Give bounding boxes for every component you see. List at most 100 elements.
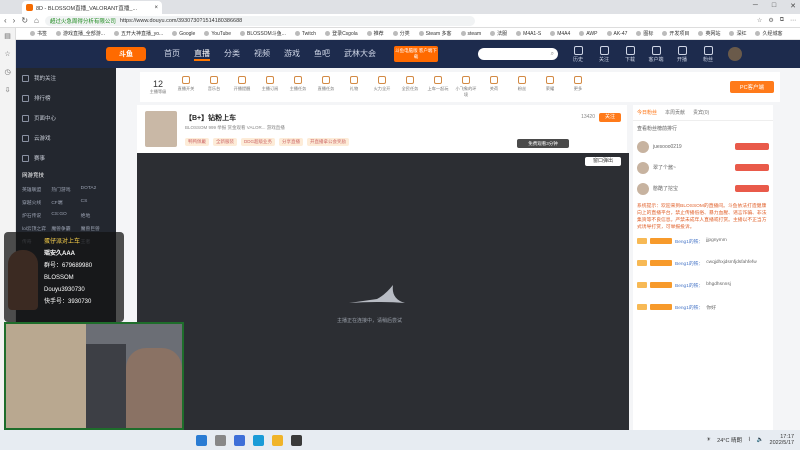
bookmark-item[interactable]: M4A1-S xyxy=(516,31,541,37)
sidebar-category[interactable]: 魔兽争霸 xyxy=(51,225,80,232)
douyu-logo[interactable]: 斗鱼 xyxy=(106,47,146,61)
bookmark-item[interactable]: 登录Csgola xyxy=(325,30,358,37)
browser-tab[interactable]: 8D - BLOSSOM直播_VALORANT直播_... × xyxy=(22,1,162,14)
bookmark-item[interactable]: steam xyxy=(461,31,482,37)
tool-item[interactable]: 开播提醒 xyxy=(230,76,254,98)
bookmark-item[interactable]: 久经城客 xyxy=(755,30,782,37)
sidebar-item-cloudgame[interactable]: 云游戏 xyxy=(16,128,116,148)
search-icon[interactable] xyxy=(215,434,226,446)
volume-icon[interactable]: 🔈 xyxy=(757,437,764,443)
nav-category[interactable]: 分类 xyxy=(224,48,240,61)
rank-row[interactable]: 翠了个酱~ xyxy=(633,157,773,178)
sidebar-category[interactable]: 炉石传说 xyxy=(22,212,51,219)
bookmark-item[interactable]: AK-47 xyxy=(607,31,628,37)
bookmark-item[interactable]: 英网站 xyxy=(698,30,720,37)
chat-message[interactable]: Beng1的铁： bhgdhsnnsj xyxy=(633,279,773,301)
room-tag[interactable]: 鸭鸭佩戴 xyxy=(185,138,209,146)
nav-home[interactable]: 首页 xyxy=(164,48,180,61)
bookmark-item[interactable]: M4A4 xyxy=(550,31,570,37)
tool-item[interactable]: 粉丝 xyxy=(510,76,534,98)
obs-icon[interactable] xyxy=(291,434,302,446)
sidebar-category[interactable]: 英雄联盟 xyxy=(22,186,51,193)
follow-button[interactable]: 关注 xyxy=(596,45,612,63)
follow-button[interactable]: 关注 xyxy=(599,113,621,122)
search-input[interactable]: ⌕ xyxy=(478,48,558,60)
tool-item[interactable]: 全民任务 xyxy=(398,76,422,98)
tabs-icon[interactable]: ▤ xyxy=(4,32,11,40)
bookmark-item[interactable]: 法服 xyxy=(490,30,507,37)
chat-username[interactable]: Beng1的铁： xyxy=(675,260,703,267)
start-icon[interactable] xyxy=(196,434,207,446)
bookmark-item[interactable]: 推荐 xyxy=(367,30,384,37)
back-icon[interactable]: ‹ xyxy=(4,16,7,25)
tool-item[interactable]: 小飞象的环境 xyxy=(454,76,478,98)
room-tag[interactable]: 开直播拿公会奖励 xyxy=(307,138,349,146)
download-button[interactable]: 下载 xyxy=(622,45,638,63)
pc-client-button[interactable]: PC客户端 xyxy=(730,81,774,93)
explorer-icon[interactable] xyxy=(272,434,283,446)
sidebar-category[interactable]: 绝地 xyxy=(81,212,110,219)
chat-username[interactable]: Beng1的铁： xyxy=(675,238,703,245)
edge-icon[interactable] xyxy=(253,434,264,446)
user-avatar[interactable] xyxy=(728,47,742,61)
weather-icon[interactable]: ☀ xyxy=(706,437,711,443)
sidebar-item-center[interactable]: 页面中心 xyxy=(16,108,116,128)
tool-item[interactable]: 上车一起玩 xyxy=(426,76,450,98)
clock[interactable]: 17:17 2022/5/17 xyxy=(770,434,794,446)
video-player[interactable]: 免费观看3分钟 窗口弹出 主播正在连接中，请稍后尝试 xyxy=(137,139,629,430)
chat-message[interactable]: Beng1的铁： 你好 xyxy=(633,301,773,323)
bookmark-item[interactable]: AWP xyxy=(579,31,597,37)
tool-item[interactable]: 主播订阅 xyxy=(258,76,282,98)
tool-item[interactable]: 更多 xyxy=(566,76,590,98)
collections-icon[interactable]: ⧉ xyxy=(780,17,784,24)
bookmark-item[interactable]: BLOSSOM斗鱼... xyxy=(240,30,286,37)
tool-item[interactable]: 主播任务 xyxy=(286,76,310,98)
fans-button[interactable]: 粉丝 xyxy=(700,45,716,63)
url-field[interactable]: 超过火急周得分析有限公司 https://www.douyu.com/39307… xyxy=(44,15,475,26)
tool-item[interactable]: 直播任务 xyxy=(314,76,338,98)
minimize-icon[interactable]: ─ xyxy=(753,2,758,10)
sidebar-item-follow[interactable]: 我的关注 xyxy=(16,68,116,88)
tool-item[interactable]: 荣耀 xyxy=(538,76,562,98)
sidebar-category[interactable]: CF端 xyxy=(51,199,80,206)
sidebar-category[interactable]: 穿越火线 xyxy=(22,199,51,206)
bookmark-item[interactable]: Twitch xyxy=(295,31,316,37)
bookmark-star-icon[interactable]: ☆ xyxy=(757,17,762,24)
chat-message[interactable]: Beng1的铁： cwqjdhxjdsmfjdsfahfefw xyxy=(633,257,773,279)
close-window-icon[interactable]: ✕ xyxy=(790,2,796,10)
nav-fishbar[interactable]: 鱼吧 xyxy=(314,48,330,61)
history-button[interactable]: 历史 xyxy=(570,45,586,63)
client-download-button[interactable]: 斗鱼电脑版 客户端下载 xyxy=(394,46,438,62)
tab-week-contrib[interactable]: 本周贡献 xyxy=(665,109,685,116)
rank-row[interactable]: juesooo0219 xyxy=(633,136,773,157)
room-tag[interactable]: 分享直播 xyxy=(279,138,303,146)
download-icon[interactable]: ⇩ xyxy=(5,86,11,94)
tool-item[interactable]: 火力全开 xyxy=(370,76,394,98)
popout-window-button[interactable]: 窗口弹出 xyxy=(585,157,621,166)
sidebar-category[interactable]: CS xyxy=(81,199,110,206)
tool-item[interactable]: 礼物 xyxy=(342,76,366,98)
chat-message[interactable]: Beng1的铁： jjpgnymm xyxy=(633,235,773,257)
client-button[interactable]: 客户端 xyxy=(648,45,664,63)
rank-row[interactable]: 憨酷了挖宝 xyxy=(633,178,773,199)
sidebar-category[interactable]: lol云顶之弈 xyxy=(22,225,51,232)
bookmark-item[interactable]: 游戏直播_全部游... xyxy=(56,30,105,37)
home-icon[interactable]: ⌂ xyxy=(34,16,39,25)
sidebar-category[interactable]: DOTA2 xyxy=(81,186,110,193)
network-icon[interactable]: ⌇ xyxy=(748,437,751,443)
reload-icon[interactable]: ↻ xyxy=(21,16,28,25)
favorites-icon[interactable]: ☆ xyxy=(4,50,10,58)
nav-game[interactable]: 游戏 xyxy=(284,48,300,61)
bookmark-item[interactable]: 书签 xyxy=(30,30,47,37)
chat-username[interactable]: Beng1的铁： xyxy=(675,282,703,289)
settings-icon[interactable]: ⚙ xyxy=(768,17,773,24)
tool-item[interactable]: 关荷 xyxy=(482,76,506,98)
bookmark-item[interactable]: Google xyxy=(172,31,195,37)
tool-item[interactable]: 直播开关 xyxy=(174,76,198,98)
search-icon[interactable]: ⌕ xyxy=(551,51,554,58)
bookmark-item[interactable]: 深红 xyxy=(729,30,746,37)
nav-wulin[interactable]: 武林大会 xyxy=(344,48,376,61)
bookmark-item[interactable]: 图标 xyxy=(636,30,653,37)
rank-header[interactable]: 查看粉丝榜前排行 xyxy=(633,121,773,136)
maximize-icon[interactable]: □ xyxy=(772,2,776,10)
